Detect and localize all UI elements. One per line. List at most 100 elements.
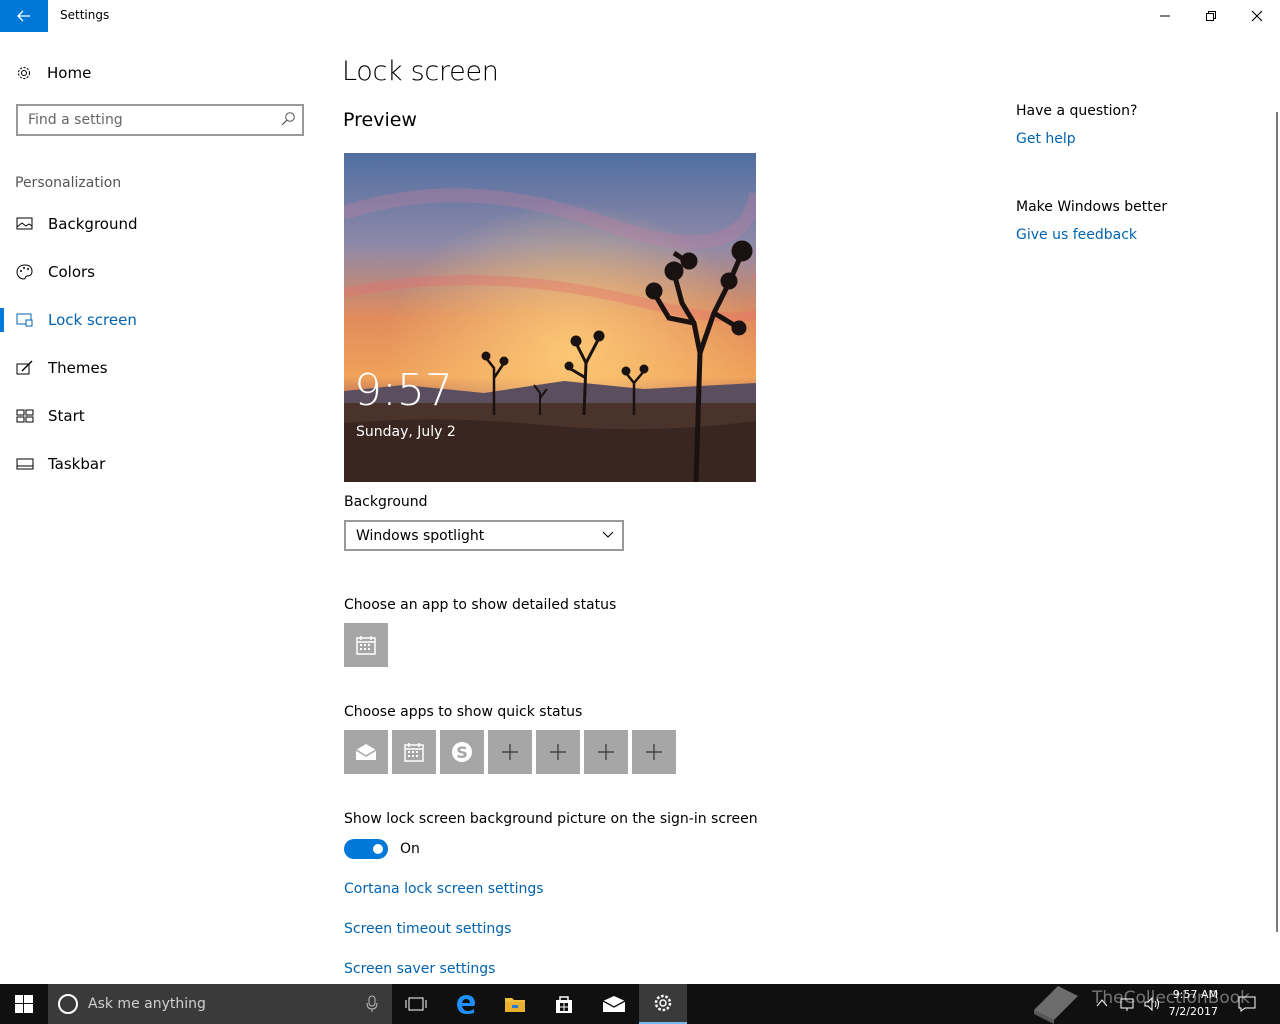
plus-icon — [646, 744, 662, 760]
sidebar-item-label: Start — [48, 407, 85, 425]
sidebar-item-background[interactable]: Background — [0, 204, 320, 244]
toggle-state-label: On — [400, 841, 420, 857]
gear-icon — [18, 67, 30, 79]
home-label: Home — [47, 64, 92, 82]
sidebar-item-label: Background — [48, 215, 138, 233]
themes-icon — [16, 360, 33, 375]
windows-logo-icon — [15, 995, 33, 1013]
gear-icon — [654, 994, 672, 1012]
task-view-button[interactable] — [392, 984, 440, 1024]
signin-picture-toggle[interactable] — [344, 839, 388, 859]
mail-app-button[interactable] — [590, 984, 638, 1024]
page-title: Lock screen — [342, 56, 499, 87]
cortana-lock-screen-link[interactable]: Cortana lock screen settings — [344, 881, 544, 897]
background-label: Background — [344, 494, 428, 510]
store-button[interactable] — [540, 984, 588, 1024]
cortana-icon — [58, 994, 78, 1014]
sidebar-item-colors[interactable]: Colors — [0, 252, 320, 292]
store-icon — [556, 996, 572, 1013]
sidebar-item-start[interactable]: Start — [0, 396, 320, 436]
microphone-icon[interactable] — [366, 995, 378, 1013]
taskbar-icon — [16, 458, 34, 470]
background-dropdown[interactable]: Windows spotlight — [344, 520, 624, 551]
quick-status-app-mail[interactable] — [344, 730, 388, 774]
sidebar-item-label: Colors — [48, 263, 95, 281]
lock-screen-preview: 9:57 Sunday, July 2 — [344, 153, 756, 482]
toggle-knob — [373, 844, 383, 854]
calendar-icon — [404, 743, 424, 762]
detailed-status-label: Choose an app to show detailed status — [344, 597, 617, 613]
home-nav[interactable]: Home — [16, 60, 91, 86]
restore-icon — [1206, 11, 1216, 21]
book-logo-icon — [1034, 986, 1078, 1024]
section-heading: Personalization — [15, 175, 122, 191]
svg-text:S: S — [456, 743, 468, 762]
quick-status-add-button[interactable] — [488, 730, 532, 774]
chevron-down-icon — [602, 531, 614, 538]
feedback-heading: Make Windows better — [1016, 199, 1168, 215]
file-explorer-button[interactable] — [491, 984, 539, 1024]
screen-saver-link[interactable]: Screen saver settings — [344, 961, 495, 977]
minimize-icon — [1160, 15, 1170, 17]
volume-icon[interactable] — [1144, 996, 1162, 1012]
close-button[interactable] — [1234, 0, 1280, 32]
minimize-button[interactable] — [1142, 0, 1188, 32]
feedback-link[interactable]: Give us feedback — [1016, 227, 1137, 243]
active-indicator — [0, 308, 4, 332]
start-icon — [16, 409, 34, 423]
app-title: Settings — [60, 8, 110, 22]
search-input[interactable] — [28, 111, 278, 129]
sidebar-item-label: Themes — [48, 359, 108, 377]
screen-timeout-link[interactable]: Screen timeout settings — [344, 921, 511, 937]
sidebar-item-themes[interactable]: Themes — [0, 348, 320, 388]
quick-status-add-button[interactable] — [584, 730, 628, 774]
network-icon[interactable] — [1120, 996, 1136, 1012]
edge-button[interactable] — [442, 984, 490, 1024]
cortana-search-box[interactable]: Ask me anything — [48, 984, 392, 1024]
preview-date: Sunday, July 2 — [356, 424, 456, 440]
arrow-left-icon — [17, 10, 30, 22]
tray-date[interactable]: 7/2/2017 — [1169, 1005, 1218, 1018]
search-icon[interactable] — [280, 111, 296, 127]
lock-screen-icon — [16, 313, 33, 327]
sidebar-item-taskbar[interactable]: Taskbar — [0, 444, 320, 484]
signin-picture-label: Show lock screen background picture on t… — [344, 811, 758, 827]
start-button[interactable] — [0, 984, 48, 1024]
settings-window: Settings Home Personalization Background… — [0, 0, 1280, 984]
calendar-icon — [356, 636, 376, 655]
settings-taskbar-button[interactable] — [639, 984, 687, 1024]
quick-status-label: Choose apps to show quick status — [344, 704, 583, 720]
dropdown-value: Windows spotlight — [356, 528, 485, 544]
action-center-icon[interactable] — [1238, 996, 1256, 1012]
palette-icon — [16, 264, 33, 280]
tray-clock[interactable]: 9:57 AM — [1173, 987, 1218, 1003]
picture-icon — [16, 217, 33, 230]
detailed-status-app-button[interactable] — [344, 623, 388, 667]
plus-icon — [598, 744, 614, 760]
quick-status-add-button[interactable] — [632, 730, 676, 774]
plus-icon — [550, 744, 566, 760]
back-button[interactable] — [0, 0, 48, 32]
quick-status-app-skype[interactable]: S — [440, 730, 484, 774]
preview-heading: Preview — [343, 109, 417, 131]
quick-status-add-button[interactable] — [536, 730, 580, 774]
scrollbar[interactable] — [1276, 112, 1278, 932]
preview-clock: 9:57 — [354, 365, 453, 416]
sidebar-item-label: Taskbar — [48, 455, 106, 473]
restore-button[interactable] — [1188, 0, 1234, 32]
cortana-placeholder: Ask me anything — [88, 996, 206, 1012]
taskbar: Ask me anything TheCollectionBook 9:57 A… — [0, 984, 1280, 1024]
mail-icon — [602, 996, 626, 1012]
folder-icon — [505, 998, 525, 1012]
close-icon — [1251, 10, 1263, 22]
mail-icon — [355, 744, 377, 760]
quick-status-app-calendar[interactable] — [392, 730, 436, 774]
get-help-link[interactable]: Get help — [1016, 131, 1076, 147]
search-box[interactable] — [16, 104, 304, 136]
sidebar-item-lock-screen[interactable]: Lock screen — [0, 300, 320, 340]
title-bar: Settings — [0, 0, 1280, 32]
chevron-up-icon[interactable] — [1096, 996, 1108, 1010]
edge-icon — [457, 995, 475, 1014]
task-view-icon — [405, 997, 427, 1011]
question-heading: Have a question? — [1016, 103, 1138, 119]
